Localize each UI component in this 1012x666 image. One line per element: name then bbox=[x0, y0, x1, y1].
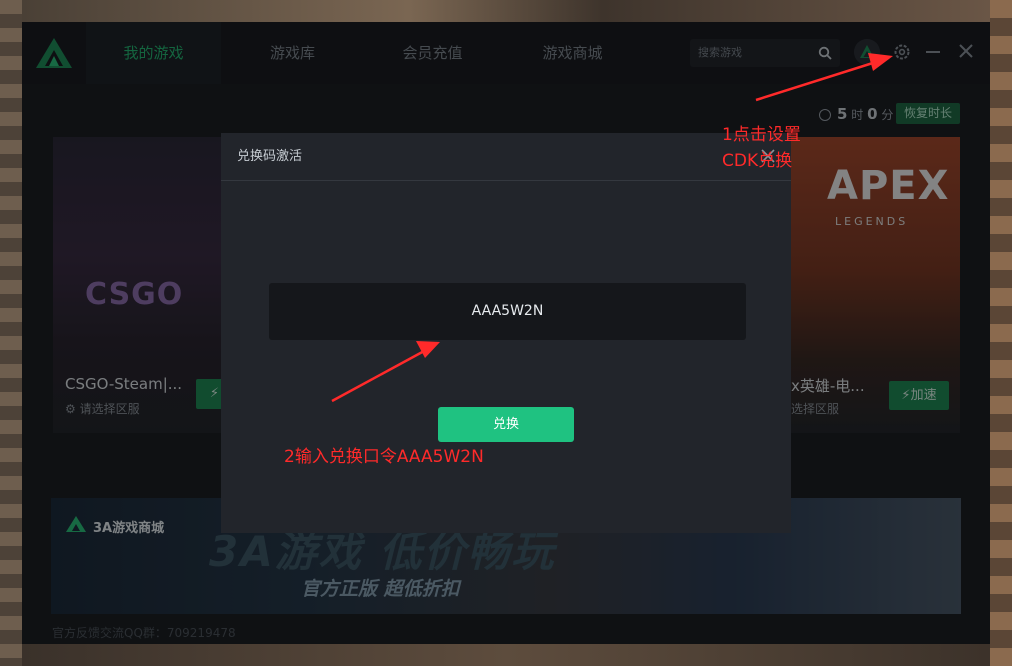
arrow-to-settings-icon bbox=[755, 53, 893, 102]
annotation-arrows bbox=[331, 53, 893, 403]
arrow-to-code-input bbox=[331, 341, 440, 403]
